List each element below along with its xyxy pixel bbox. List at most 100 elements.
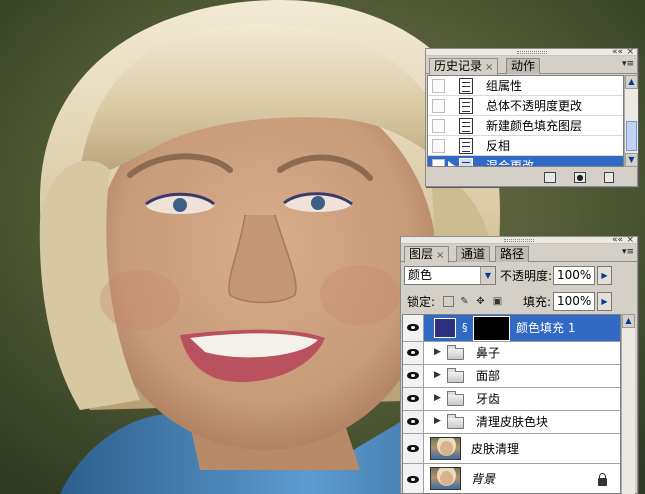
photo-cheek-right	[320, 265, 400, 325]
scroll-down-icon[interactable]: ▼	[625, 153, 638, 167]
layers-panel-titlebar[interactable]: «« ×	[401, 236, 637, 245]
tab-channels-label: 通道	[461, 247, 486, 261]
expand-triangle-icon[interactable]: ▶	[434, 416, 441, 426]
visibility-eye-icon[interactable]	[403, 388, 424, 410]
history-footer: ●	[426, 169, 637, 186]
layer-row-background[interactable]: 背景	[403, 464, 620, 493]
tab-close-icon[interactable]: ×	[436, 250, 444, 261]
tab-channels[interactable]: 通道	[456, 246, 491, 262]
tab-actions[interactable]: 动作	[506, 58, 541, 74]
layer-thumbnail[interactable]	[430, 437, 461, 460]
blend-mode-value: 颜色	[408, 268, 433, 282]
layers-list[interactable]: § 颜色填充 1 ▶ 鼻子 ▶ 面部 ▶ 牙齿 ▶ 清理皮肤色块 皮肤清理 背景	[402, 314, 621, 494]
opacity-input[interactable]: 100%	[553, 266, 595, 285]
visibility-eye-icon[interactable]	[403, 434, 424, 463]
fill-value: 100%	[557, 294, 592, 308]
visibility-eye-icon[interactable]	[403, 365, 424, 387]
layer-row-group[interactable]: ▶ 牙齿	[403, 388, 620, 411]
history-item-label: 新建颜色填充图层	[486, 119, 583, 133]
history-item-label: 混合更改	[486, 159, 535, 167]
visibility-eye-icon[interactable]	[403, 342, 424, 364]
scroll-up-icon[interactable]: ▲	[625, 75, 638, 89]
fill-label: 填充:	[523, 295, 552, 309]
history-item-label: 反相	[486, 139, 511, 153]
panel-grip[interactable]	[516, 51, 547, 54]
blend-opacity-row: 颜色 ▼ 不透明度: 100% ▶	[401, 263, 637, 287]
tab-paths[interactable]: 路径	[495, 246, 530, 262]
history-item-selected[interactable]: 混合更改	[428, 156, 623, 167]
lock-image-pixels-icon[interactable]: ✎	[459, 296, 470, 307]
history-item[interactable]: 反相	[428, 136, 623, 156]
layer-name: 鼻子	[476, 346, 501, 360]
layer-name: 清理皮肤色块	[476, 415, 549, 429]
visibility-eye-icon[interactable]	[403, 464, 424, 493]
history-brush-source-checkbox[interactable]	[432, 79, 445, 93]
expand-triangle-icon[interactable]: ▶	[434, 370, 441, 380]
lock-label: 锁定:	[407, 295, 436, 309]
panel-menu-icon[interactable]: ▾≡	[622, 247, 634, 257]
history-brush-source-checkbox[interactable]	[432, 139, 445, 153]
layer-name: 颜色填充 1	[516, 321, 576, 335]
history-state-icon	[459, 78, 473, 94]
history-brush-source-checkbox[interactable]	[432, 159, 445, 166]
folder-icon	[447, 368, 464, 383]
tab-layers-label: 图层	[409, 247, 434, 261]
opacity-slider-button[interactable]: ▶	[597, 266, 612, 285]
layers-scrollbar[interactable]: ▲	[621, 314, 635, 494]
layer-row-image[interactable]: 皮肤清理	[403, 434, 620, 464]
history-state-icon	[459, 118, 473, 134]
layer-row-fill[interactable]: § 颜色填充 1	[403, 315, 620, 342]
opacity-value: 100%	[557, 268, 592, 282]
history-panel[interactable]: «« × 历史记录× 动作 ▾≡ 组属性 总体不透明度更改 新建颜色填充图层	[425, 48, 638, 187]
layer-locked-icon	[598, 473, 607, 486]
layer-mask-thumbnail[interactable]	[473, 316, 510, 341]
history-panel-titlebar[interactable]: «« ×	[426, 48, 637, 57]
fill-slider-button[interactable]: ▶	[597, 292, 612, 311]
history-state-icon	[459, 98, 473, 114]
tab-layers[interactable]: 图层 ×	[404, 246, 450, 263]
history-item[interactable]: 总体不透明度更改	[428, 96, 623, 116]
history-scrollbar[interactable]: ▲ ▼	[624, 75, 638, 167]
history-brush-source-checkbox[interactable]	[432, 119, 445, 133]
photo-iris-right	[311, 196, 325, 210]
scroll-up-icon[interactable]: ▲	[622, 314, 635, 328]
opacity-label: 不透明度:	[500, 269, 553, 283]
scrollbar-thumb[interactable]	[626, 121, 637, 151]
tab-paths-label: 路径	[500, 247, 525, 261]
history-brush-source-checkbox[interactable]	[432, 99, 445, 113]
tab-close-icon[interactable]: ×	[485, 62, 493, 73]
layer-row-group[interactable]: ▶ 鼻子	[403, 342, 620, 365]
layer-name: 牙齿	[476, 392, 501, 406]
folder-icon	[447, 391, 464, 406]
visibility-eye-icon[interactable]	[403, 315, 424, 341]
panel-menu-icon[interactable]: ▾≡	[622, 59, 634, 69]
fill-color-swatch[interactable]	[434, 318, 456, 338]
expand-triangle-icon[interactable]: ▶	[434, 393, 441, 403]
layer-row-group[interactable]: ▶ 清理皮肤色块	[403, 411, 620, 434]
history-list[interactable]: 组属性 总体不透明度更改 新建颜色填充图层 反相 混合更改	[427, 75, 624, 167]
lock-all-icon[interactable]: ▣	[492, 296, 503, 307]
blend-mode-select[interactable]: 颜色 ▼	[404, 266, 496, 285]
snapshot-camera-icon[interactable]: ●	[574, 172, 586, 183]
tab-history[interactable]: 历史记录 ×	[429, 58, 499, 75]
visibility-eye-icon[interactable]	[403, 411, 424, 433]
tab-history-label: 历史记录	[434, 59, 483, 73]
history-item[interactable]: 组属性	[428, 76, 623, 96]
folder-icon	[447, 345, 464, 360]
panel-grip[interactable]	[504, 239, 534, 242]
expand-triangle-icon[interactable]: ▶	[434, 347, 441, 357]
lock-transparency-icon[interactable]	[443, 296, 454, 307]
new-document-from-state-icon[interactable]	[544, 172, 556, 183]
layers-tabs: 图层 × 通道 路径 ▾≡	[401, 244, 637, 263]
layer-row-group[interactable]: ▶ 面部	[403, 365, 620, 388]
layer-name: 背景	[471, 472, 496, 486]
history-current-state-marker-icon[interactable]	[448, 161, 455, 166]
link-chain-icon[interactable]: §	[462, 321, 468, 334]
layers-panel[interactable]: «« × 图层 × 通道 路径 ▾≡ 颜色 ▼ 不透明度: 100% ▶ 锁定: …	[400, 236, 638, 494]
history-item[interactable]: 新建颜色填充图层	[428, 116, 623, 136]
fill-input[interactable]: 100%	[553, 292, 595, 311]
trash-icon[interactable]	[604, 172, 614, 183]
lock-position-icon[interactable]: ✥	[475, 296, 486, 307]
layer-thumbnail[interactable]	[430, 467, 461, 490]
chevron-down-icon[interactable]: ▼	[480, 267, 495, 284]
